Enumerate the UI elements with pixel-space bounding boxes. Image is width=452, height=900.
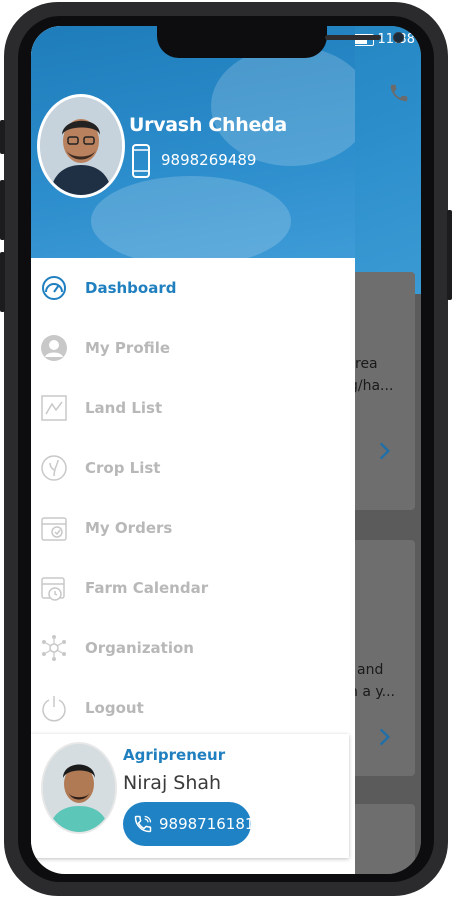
menu-label: Dashboard — [85, 279, 177, 297]
land-icon — [39, 393, 69, 423]
screen: rea g/ha... and n a y... % 11:38 — [31, 26, 421, 874]
card-2-line-2: n a y... — [349, 684, 395, 700]
side-button-left-1 — [0, 120, 5, 154]
crop-icon — [39, 453, 69, 483]
menu-label: My Profile — [85, 339, 171, 357]
agripreneur-avatar[interactable] — [41, 742, 117, 834]
header-texture — [91, 176, 291, 258]
menu-item-my-profile[interactable]: My Profile — [31, 318, 355, 378]
menu-item-logout[interactable]: Logout — [31, 678, 355, 738]
calendar-clock-icon — [39, 573, 69, 603]
user-avatar-image — [40, 97, 122, 195]
user-name: Urvash Chheda — [129, 114, 287, 136]
user-avatar[interactable] — [37, 94, 125, 198]
agripreneur-card: Agripreneur Niraj Shah 9898716181 — [31, 734, 349, 858]
menu-item-farm-calendar[interactable]: Farm Calendar — [31, 558, 355, 618]
speaker-grille — [325, 35, 381, 40]
menu-label: Farm Calendar — [85, 579, 209, 597]
side-button-left-2 — [0, 180, 5, 240]
call-agripreneur-button[interactable]: 9898716181 — [123, 802, 255, 846]
drawer-header: Urvash Chheda 9898269489 — [31, 26, 355, 258]
navigation-drawer: Urvash Chheda 9898269489 Dashboard My Pr… — [31, 26, 355, 874]
agripreneur-avatar-image — [43, 744, 115, 832]
chevron-right-icon[interactable] — [371, 724, 397, 750]
agripreneur-title: Agripreneur — [123, 746, 226, 764]
side-button-left-3 — [0, 252, 5, 312]
user-icon — [39, 333, 69, 363]
call-icon[interactable] — [388, 82, 410, 104]
side-button-right — [447, 210, 452, 300]
chevron-right-icon[interactable] — [371, 438, 397, 464]
power-icon — [39, 693, 69, 723]
menu-label: Organization — [85, 639, 194, 657]
phone-notch — [157, 26, 404, 58]
speedometer-icon — [39, 273, 69, 303]
menu-item-dashboard[interactable]: Dashboard — [31, 258, 355, 318]
card-2-line-1: and — [357, 662, 384, 678]
network-icon — [39, 633, 69, 663]
user-phone: 9898269489 — [161, 151, 257, 169]
calendar-check-icon — [39, 513, 69, 543]
menu-label: Crop List — [85, 459, 161, 477]
front-camera — [393, 32, 404, 43]
menu-item-land-list[interactable]: Land List — [31, 378, 355, 438]
menu-item-my-orders[interactable]: My Orders — [31, 498, 355, 558]
menu-label: Land List — [85, 399, 163, 417]
header-texture — [211, 46, 355, 166]
agripreneur-name: Niraj Shah — [123, 772, 222, 794]
card-1-line-2: g/ha... — [349, 378, 394, 394]
mobile-phone-icon — [132, 144, 150, 178]
card-1-line-1: rea — [355, 356, 378, 372]
menu-label: Logout — [85, 699, 144, 717]
menu-item-organization[interactable]: Organization — [31, 618, 355, 678]
call-icon — [134, 815, 152, 833]
menu-item-crop-list[interactable]: Crop List — [31, 438, 355, 498]
agripreneur-phone: 9898716181 — [159, 815, 255, 833]
menu-label: My Orders — [85, 519, 173, 537]
